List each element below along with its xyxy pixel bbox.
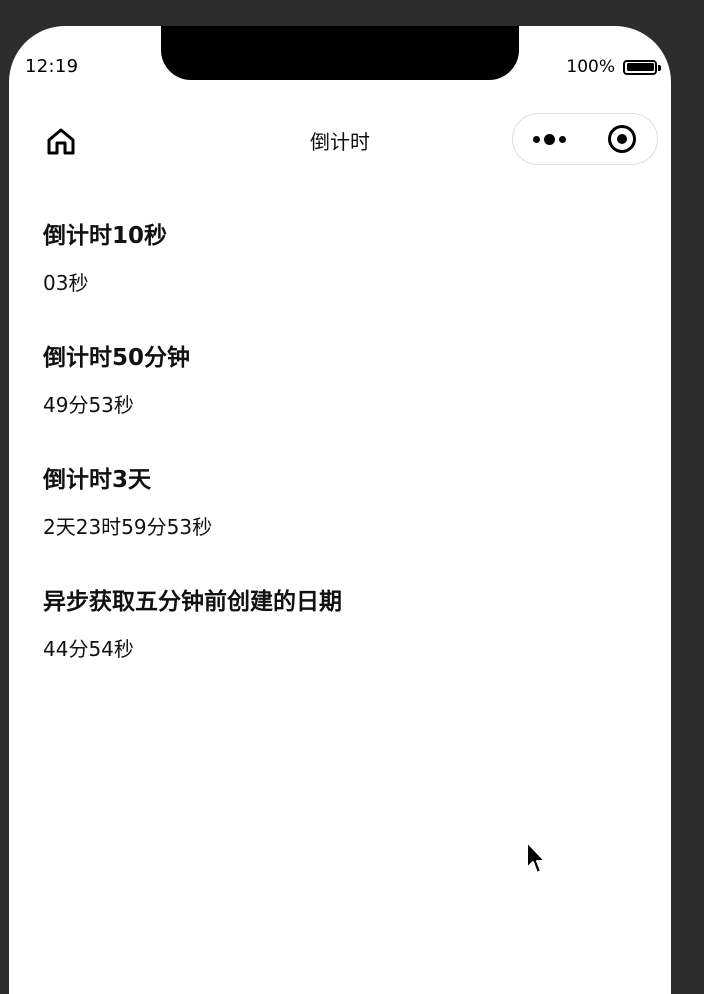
more-dots-icon xyxy=(532,135,540,143)
close-target-core xyxy=(616,134,627,144)
battery-fill xyxy=(626,63,654,71)
device-notch xyxy=(161,26,519,80)
countdown-value: 2天23时59分53秒 xyxy=(43,515,213,539)
section-title: 倒计时10秒 xyxy=(43,223,168,249)
section-title: 倒计时3天 xyxy=(43,467,152,493)
more-button[interactable] xyxy=(513,114,585,164)
phone-screen: 12:19 100% 倒计时 倒计时10秒 03秒 倒计时50分钟 49分53秒… xyxy=(9,26,671,994)
countdown-section-async: 异步获取五分钟前创建的日期 44分54秒 xyxy=(43,584,643,706)
close-button[interactable] xyxy=(586,114,657,164)
battery-tip xyxy=(658,64,661,71)
countdown-value: 49分53秒 xyxy=(43,393,134,417)
countdown-value: 44分54秒 xyxy=(43,637,134,661)
more-dots-icon-center xyxy=(543,133,555,145)
countdown-section-10s: 倒计时10秒 03秒 xyxy=(43,218,643,340)
countdown-value: 03秒 xyxy=(43,271,89,295)
countdown-section-3days: 倒计时3天 2天23时59分53秒 xyxy=(43,462,643,584)
battery-icon xyxy=(623,59,661,75)
section-title: 异步获取五分钟前创建的日期 xyxy=(43,589,342,615)
battery-percent: 100% xyxy=(566,57,615,77)
close-target-icon xyxy=(607,125,636,153)
more-dots-icon-end xyxy=(558,135,566,143)
section-title: 倒计时50分钟 xyxy=(43,345,191,371)
countdown-section-50min: 倒计时50分钟 49分53秒 xyxy=(43,340,643,462)
countdown-list: 倒计时10秒 03秒 倒计时50分钟 49分53秒 倒计时3天 2天23时59分… xyxy=(43,218,643,706)
status-right: 100% xyxy=(566,57,661,77)
menu-capsule xyxy=(512,113,658,165)
status-time: 12:19 xyxy=(25,56,79,77)
mouse-cursor-icon xyxy=(526,841,546,874)
